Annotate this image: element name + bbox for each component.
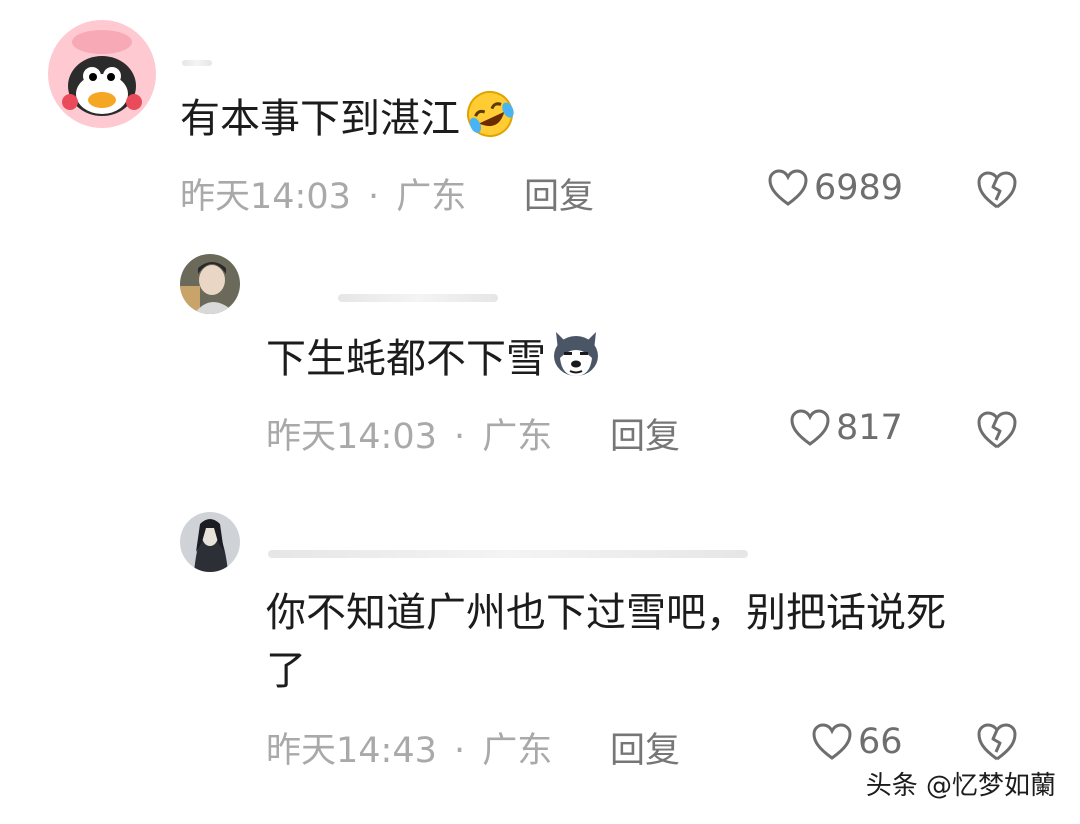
username-redacted[interactable] [338,294,498,302]
dislike-button[interactable] [976,410,1018,450]
comment-text: 有本事下到湛江 [180,88,516,148]
like-button[interactable]: 66 [812,722,903,762]
like-count: 66 [858,722,903,762]
comment-1: 有本事下到湛江 昨天14:03 · 广东 回复 6989 [0,0,1080,240]
avatar[interactable] [180,254,240,314]
reply-button[interactable]: 回复 [610,722,680,773]
timestamp: 昨天14:03 [180,177,351,217]
avatar[interactable] [180,512,240,572]
husky-dog-emoji-icon [550,328,602,380]
reply-button[interactable]: 回复 [524,168,594,219]
separator: · [454,417,466,457]
comment-text-content: 下生蚝都不下雪 [266,336,546,382]
username-redacted[interactable] [182,60,212,66]
comment-text: 你不知道广州也下过雪吧，别把话说死 了 [266,584,946,700]
like-button[interactable]: 6989 [768,168,903,208]
comment-meta: 昨天14:03 · 广东 [266,408,552,459]
timestamp: 昨天14:03 [266,417,437,457]
separator: · [454,731,466,771]
broken-heart-icon [977,411,1017,449]
heart-icon [790,409,830,446]
comment-text-content: 有本事下到湛江 [180,96,460,142]
timestamp: 昨天14:43 [266,731,437,771]
reply-button[interactable]: 回复 [610,408,680,459]
username-redacted[interactable] [268,550,748,558]
like-count: 6989 [814,168,904,208]
broken-heart-icon [977,171,1017,209]
rolling-laughing-emoji-icon [464,88,516,140]
comment-text-line-2: 了 [266,648,306,694]
dislike-button[interactable] [976,170,1018,210]
heart-icon [768,169,808,206]
like-count: 817 [836,408,903,448]
location: 广东 [396,177,467,217]
dislike-button[interactable] [976,722,1018,762]
location: 广东 [482,731,553,771]
comment-2: 下生蚝都不下雪 昨天14:03 · 广东 回复 817 [0,240,1080,480]
comment-meta: 昨天14:03 · 广东 [180,168,466,219]
comment-text: 下生蚝都不下雪 [266,328,602,388]
watermark: 头条 @忆梦如蘭 [865,771,1056,801]
location: 广东 [482,417,553,457]
heart-icon [812,723,852,760]
separator: · [368,177,380,217]
comment-3: 你不知道广州也下过雪吧，别把话说死 了 昨天14:43 · 广东 回复 66 [0,500,1080,800]
broken-heart-icon [977,723,1017,761]
comment-text-line-1: 你不知道广州也下过雪吧，别把话说死 [266,590,946,636]
avatar[interactable] [48,20,156,128]
comment-meta: 昨天14:43 · 广东 [266,722,552,773]
like-button[interactable]: 817 [790,408,903,448]
